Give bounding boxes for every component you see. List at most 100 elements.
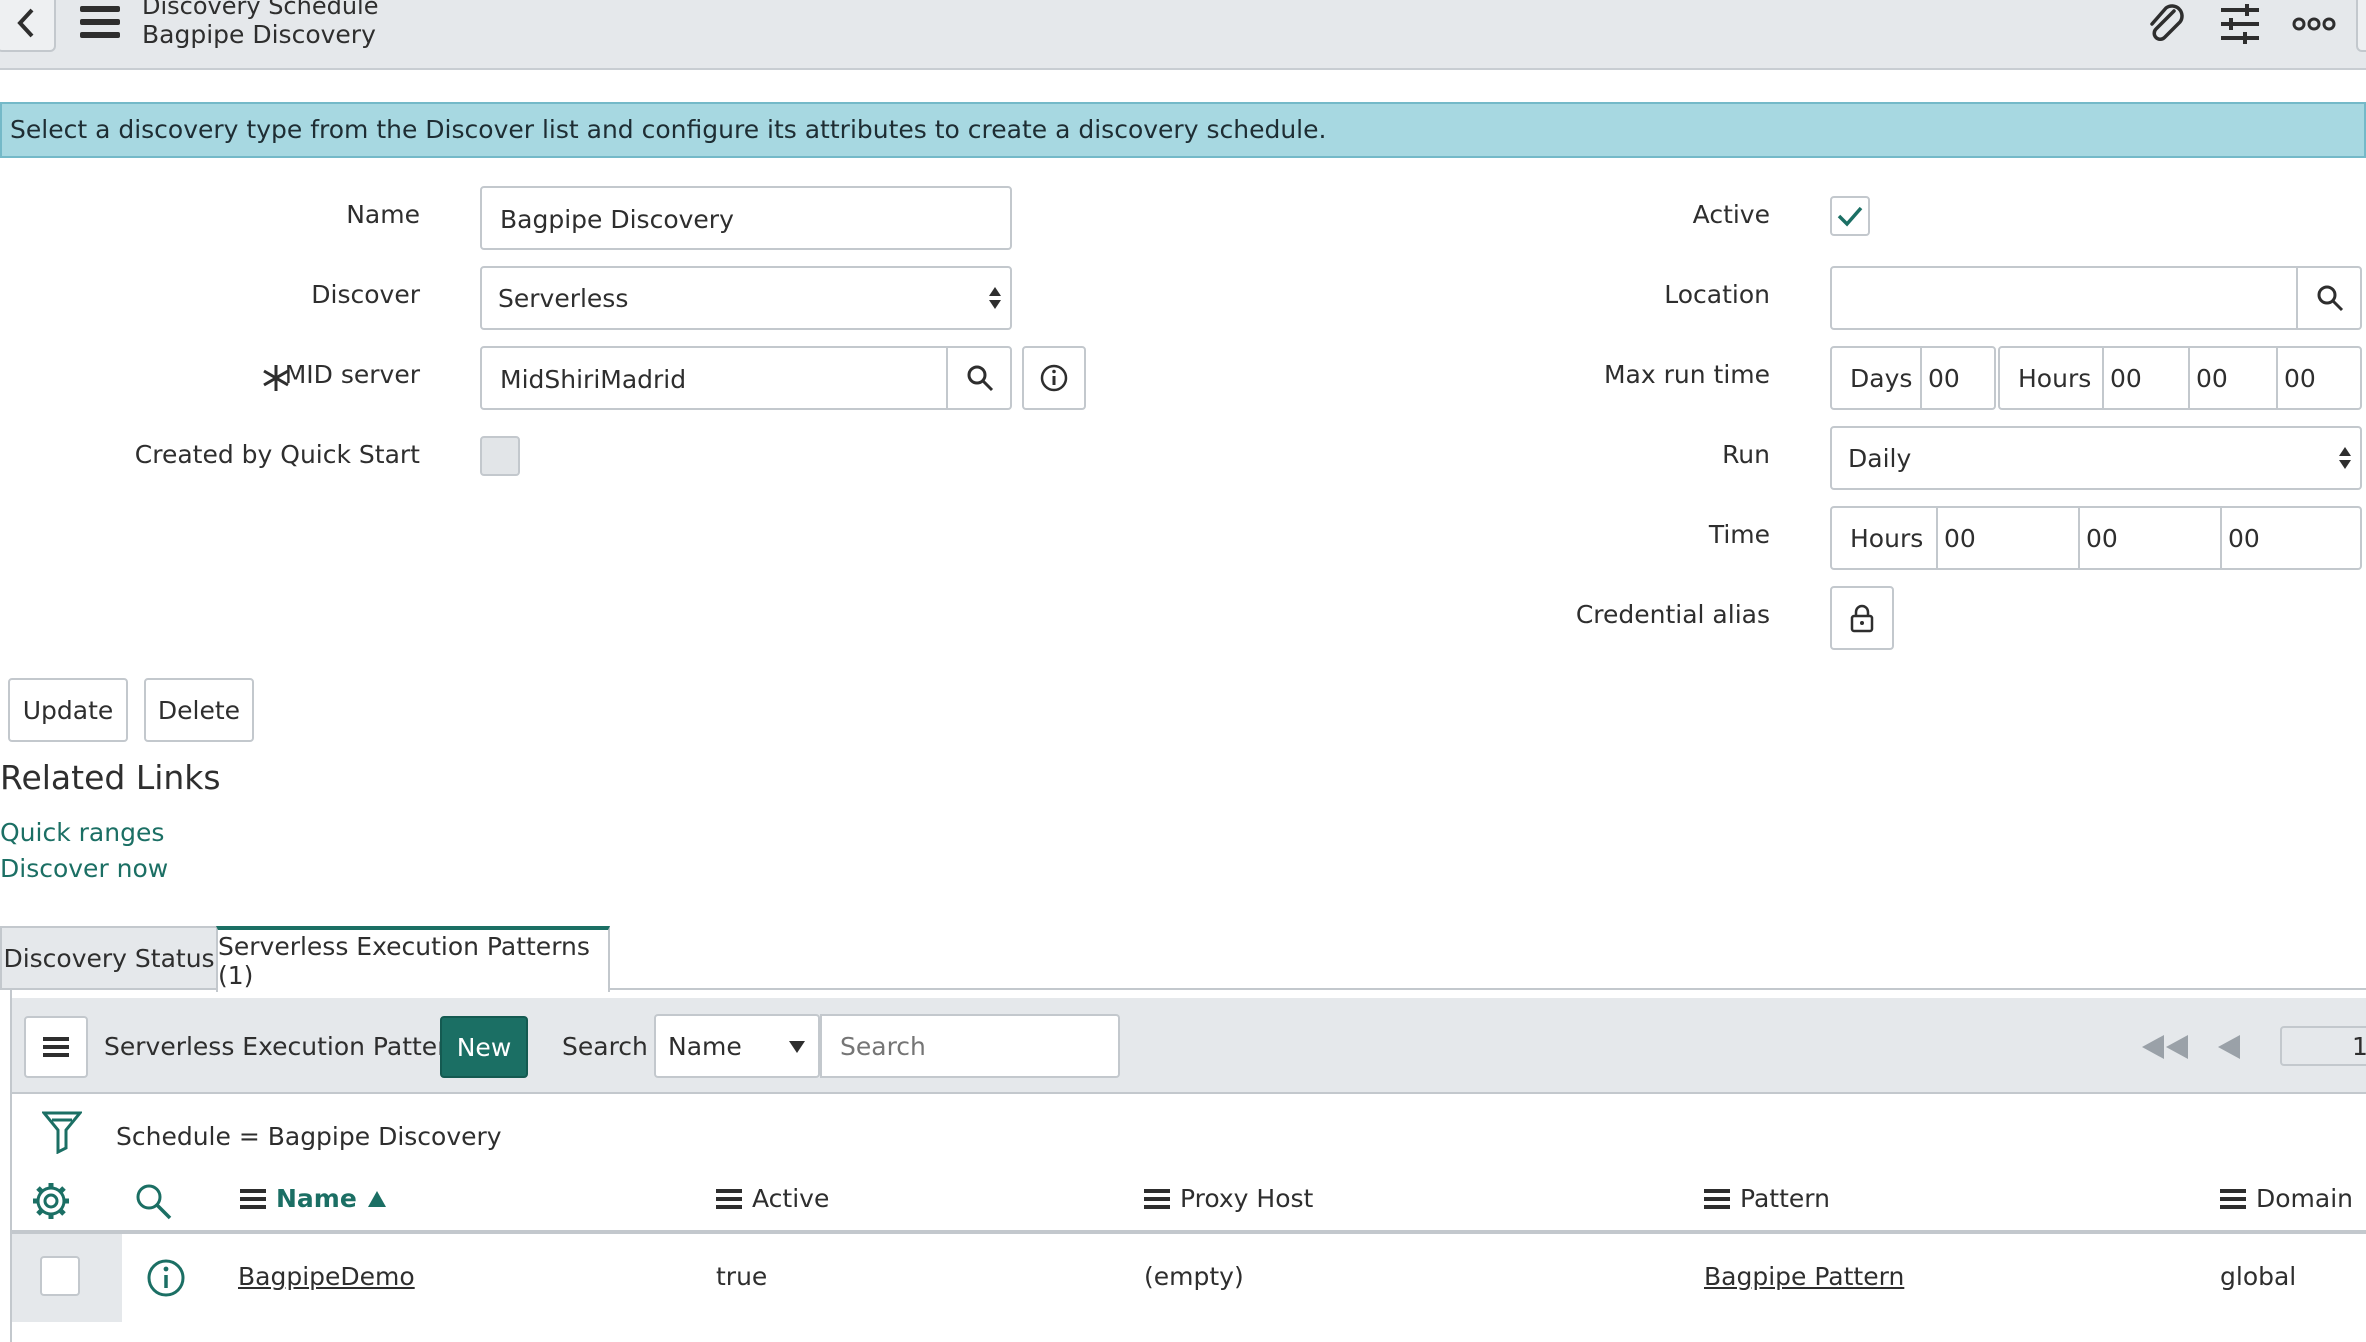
minutes-value: 00 [2196, 364, 2228, 393]
related-links-heading: Related Links [0, 758, 221, 797]
discover-select[interactable]: Serverless [480, 266, 1012, 330]
seconds-value: 00 [2284, 364, 2316, 393]
page-type-title: Discovery Schedule [142, 0, 379, 20]
header-edge-button[interactable] [2356, 0, 2366, 52]
mid-server-info-button[interactable] [1022, 346, 1086, 410]
column-header-active[interactable]: Active [716, 1184, 829, 1213]
column-name-label: Name [276, 1184, 357, 1213]
time-group: Hours 00 00 00 [1830, 506, 2362, 570]
time-seconds-input[interactable]: 00 [2220, 506, 2362, 570]
name-input[interactable]: Bagpipe Discovery [480, 186, 1012, 250]
minutes-input[interactable]: 00 [2188, 346, 2276, 410]
row-proxy-host: (empty) [1144, 1262, 1244, 1291]
run-label: Run [1722, 440, 1770, 469]
tab-serverless-execution-patterns[interactable]: Serverless Execution Patterns (1) [216, 926, 610, 992]
search-icon [2317, 285, 2344, 312]
paperclip-icon[interactable] [2142, 2, 2190, 46]
column-active-label: Active [752, 1184, 830, 1213]
mid-server-input[interactable]: MidShiriMadrid [480, 346, 1012, 410]
caret-down-icon [789, 1041, 805, 1053]
info-banner-text: Select a discovery type from the Discove… [10, 115, 1327, 144]
location-input[interactable] [1830, 266, 2362, 330]
quick-ranges-link[interactable]: Quick ranges [0, 818, 164, 847]
previous-page-icon[interactable] [2216, 1034, 2242, 1060]
settings-sliders-icon[interactable] [2216, 2, 2264, 46]
time-minutes-input[interactable]: 00 [2078, 506, 2220, 570]
location-label: Location [1664, 280, 1770, 309]
days-label: Days [1850, 364, 1913, 393]
time-hours-value: 00 [1944, 524, 1976, 553]
max-run-time-group: Hours 00 00 00 [1998, 346, 2362, 410]
delete-button[interactable]: Delete [144, 678, 254, 742]
page-number-input[interactable]: 1 [2280, 1026, 2366, 1066]
info-icon[interactable] [146, 1258, 186, 1298]
column-header-pattern[interactable]: Pattern [1704, 1184, 1830, 1213]
mid-server-lookup-button[interactable] [946, 346, 1012, 410]
active-checkbox[interactable] [1830, 196, 1870, 236]
search-field-select[interactable]: Name [654, 1014, 820, 1078]
update-button[interactable]: Update [8, 678, 128, 742]
menu-icon[interactable] [80, 6, 120, 40]
sort-ascending-icon [367, 1190, 386, 1207]
column-header-name[interactable]: Name [240, 1184, 387, 1213]
list-title: Serverless Execution Patterns [104, 1032, 476, 1061]
info-banner: Select a discovery type from the Discove… [0, 102, 2366, 158]
hours-value: 00 [2110, 364, 2142, 393]
discover-value: Serverless [498, 284, 629, 313]
days-input[interactable]: 00 [1920, 346, 1996, 410]
run-select[interactable]: Daily [1830, 426, 2362, 490]
page-number-value: 1 [2352, 1032, 2366, 1061]
row-domain: global [2220, 1262, 2297, 1291]
max-run-days-group: Days 00 [1830, 346, 1996, 410]
more-icon[interactable] [2290, 2, 2338, 46]
row-name-link[interactable]: BagpipeDemo [238, 1262, 415, 1291]
column-menu-icon[interactable] [2220, 1188, 2246, 1209]
column-header-proxy-host[interactable]: Proxy Host [1144, 1184, 1313, 1213]
time-minutes-value: 00 [2086, 524, 2118, 553]
back-button[interactable] [0, 0, 56, 52]
hamburger-icon [43, 1037, 69, 1057]
quick-start-label: Created by Quick Start [134, 440, 420, 469]
select-arrows-icon [989, 287, 1001, 309]
column-menu-icon[interactable] [1704, 1188, 1730, 1209]
column-header-domain[interactable]: Domain [2220, 1184, 2353, 1213]
gear-icon[interactable] [32, 1182, 70, 1220]
quick-start-checkbox [480, 436, 520, 476]
search-field-value: Name [668, 1032, 742, 1061]
info-icon [1040, 364, 1068, 392]
filter-icon[interactable] [42, 1110, 82, 1154]
list-menu-button[interactable] [24, 1016, 88, 1078]
mid-server-value: MidShiriMadrid [500, 365, 687, 394]
column-menu-icon[interactable] [240, 1188, 266, 1209]
time-seconds-value: 00 [2228, 524, 2260, 553]
time-hours-input[interactable]: 00 [1936, 506, 2078, 570]
select-arrows-icon [2339, 447, 2351, 469]
column-menu-icon[interactable] [716, 1188, 742, 1209]
search-icon [967, 365, 994, 392]
hours-input[interactable]: 00 [2102, 346, 2188, 410]
mid-server-label: MID server [284, 360, 420, 389]
tab-discovery-status[interactable]: Discovery Status [0, 926, 218, 990]
active-label: Active [1692, 200, 1770, 229]
search-icon[interactable] [134, 1182, 172, 1220]
credential-alias-label: Credential alias [1575, 600, 1770, 629]
row-checkbox[interactable] [40, 1256, 80, 1296]
new-button[interactable]: New [440, 1016, 528, 1078]
row-pattern-link[interactable]: Bagpipe Pattern [1704, 1262, 1904, 1291]
row-active: true [716, 1262, 768, 1291]
days-value: 00 [1928, 364, 1960, 393]
location-lookup-button[interactable] [2296, 266, 2362, 330]
column-menu-icon[interactable] [1144, 1188, 1170, 1209]
discover-now-link[interactable]: Discover now [0, 854, 168, 883]
list-search-input[interactable] [820, 1014, 1120, 1078]
column-pattern-label: Pattern [1740, 1184, 1830, 1213]
chevron-left-icon [17, 8, 34, 38]
discover-label: Discover [311, 280, 420, 309]
first-page-icon[interactable] [2140, 1034, 2190, 1060]
run-value: Daily [1848, 444, 1912, 473]
search-label: Search [562, 1032, 648, 1061]
seconds-input[interactable]: 00 [2276, 346, 2362, 410]
checkmark-icon [1837, 206, 1863, 227]
credential-alias-button[interactable] [1830, 586, 1894, 650]
filter-breadcrumb[interactable]: Schedule = Bagpipe Discovery [116, 1122, 502, 1151]
